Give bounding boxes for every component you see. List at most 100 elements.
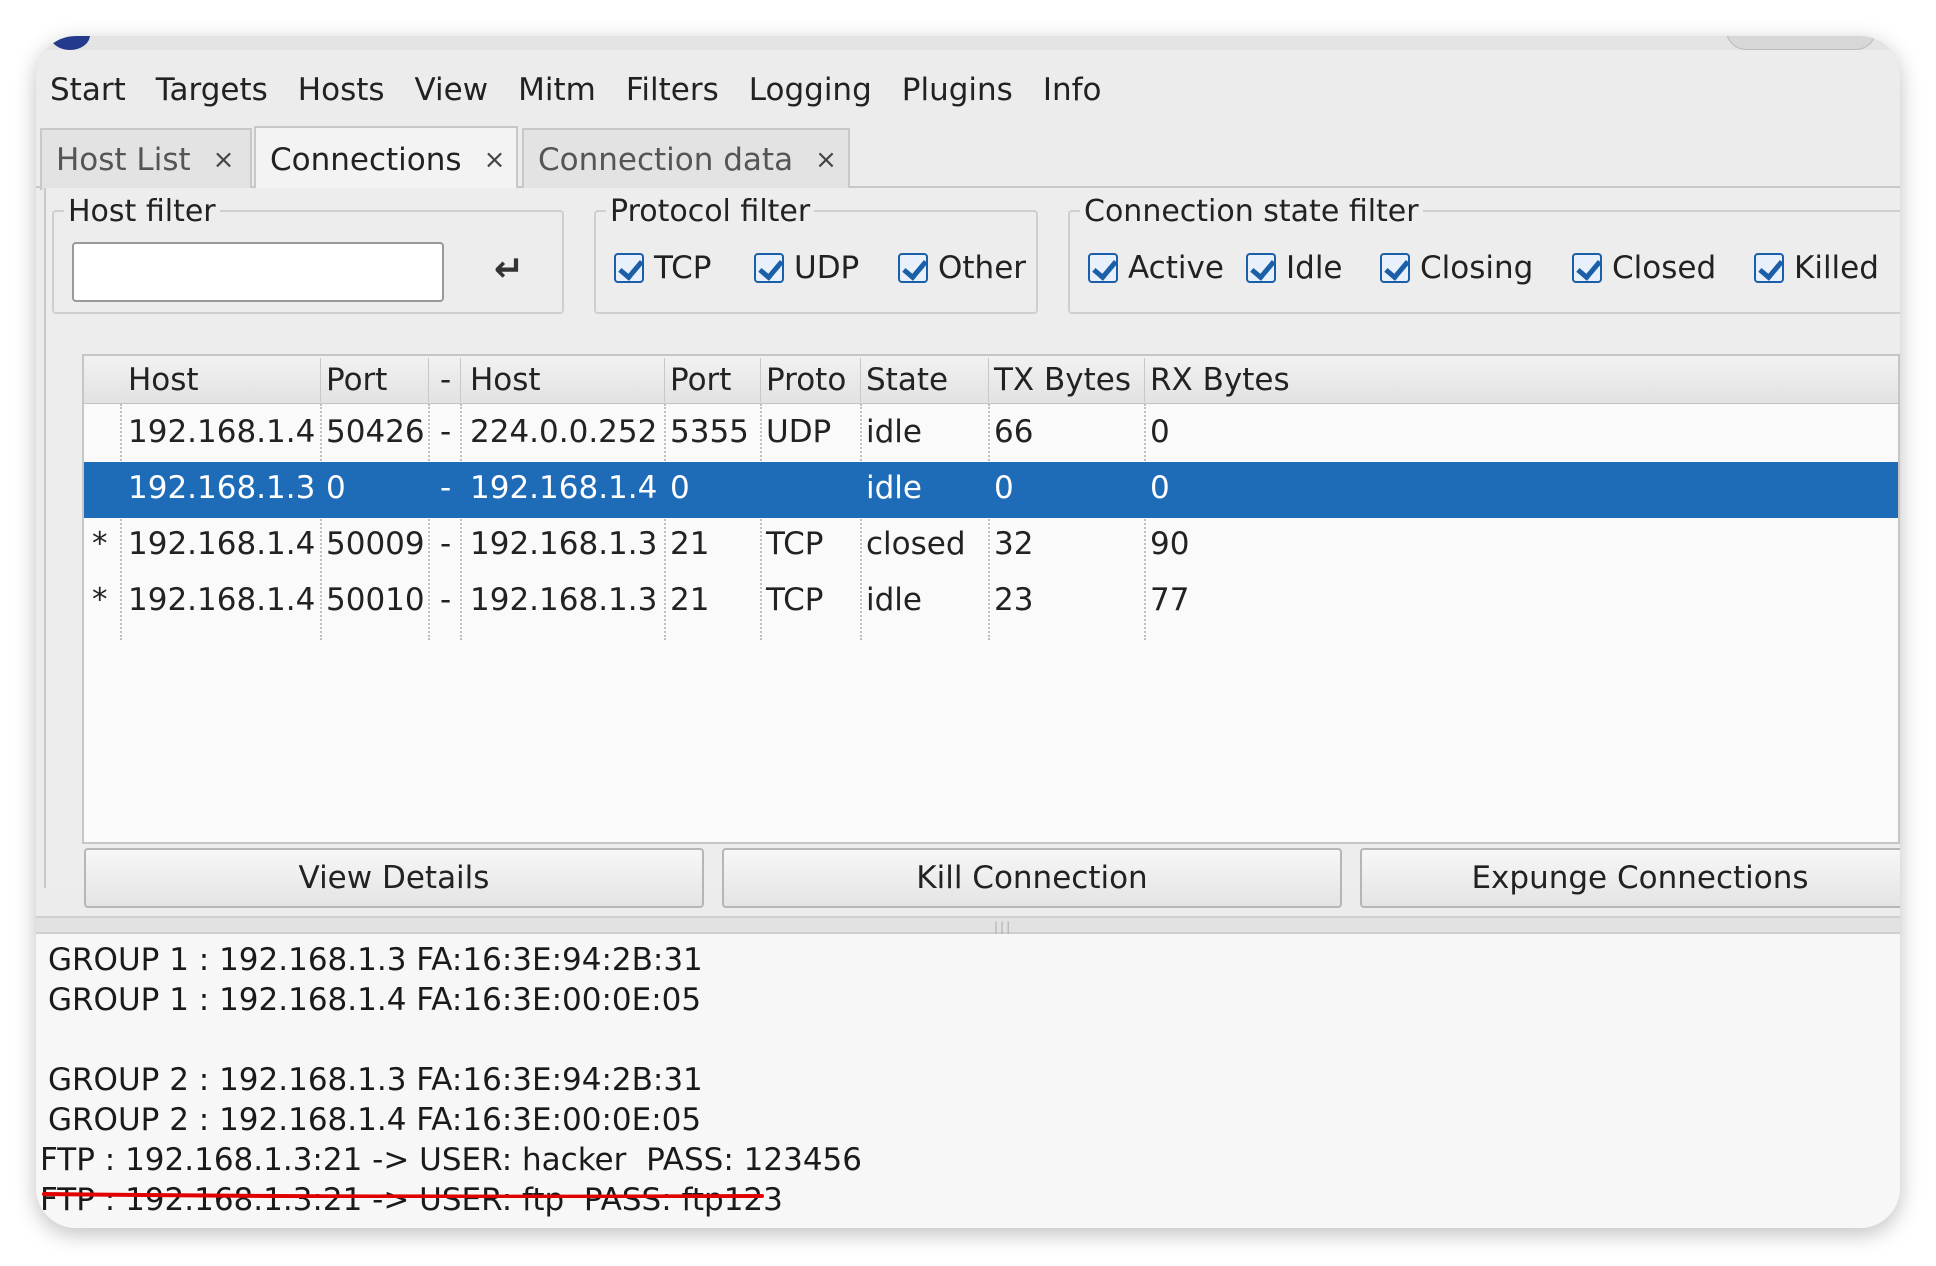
host-filter-group: Host filter ↵ <box>52 194 564 314</box>
pane-splitter[interactable]: ||| <box>36 916 1900 934</box>
column-header[interactable]: TX Bytes <box>994 362 1131 398</box>
checkbox-checked-icon[interactable] <box>754 253 784 283</box>
dst-port-cell: 21 <box>670 526 710 562</box>
screenshot-frame: Start Targets Hosts View Mitm Filters Lo… <box>36 36 1900 1228</box>
src-port-cell: 50009 <box>326 526 425 562</box>
state-cell: idle <box>866 470 922 506</box>
log-line: GROUP 2 : 192.168.1.4 FA:16:3E:00:0E:05 <box>48 1102 702 1138</box>
checkbox-label: Killed <box>1794 250 1879 286</box>
column-header[interactable]: Port <box>326 362 387 398</box>
table-header: Host Port - Host Port Proto State TX Byt… <box>84 356 1898 404</box>
dash-cell: - <box>440 582 452 618</box>
host-filter-input[interactable] <box>72 242 444 302</box>
log-line: GROUP 1 : 192.168.1.4 FA:16:3E:00:0E:05 <box>48 982 702 1018</box>
checkbox-label: Idle <box>1286 250 1343 286</box>
table-row[interactable]: 192.168.1.4 50426 - 224.0.0.252 5355 UDP… <box>84 406 1898 462</box>
checkbox-checked-icon[interactable] <box>1088 253 1118 283</box>
checkbox-active[interactable]: Active <box>1088 250 1224 286</box>
log-line: GROUP 2 : 192.168.1.3 FA:16:3E:94:2B:31 <box>48 1062 703 1098</box>
state-cell: closed <box>866 526 966 562</box>
column-header[interactable]: - <box>440 362 451 398</box>
menu-targets[interactable]: Targets <box>156 72 268 108</box>
connections-table[interactable]: Host Port - Host Port Proto State TX Byt… <box>82 354 1900 844</box>
checkbox-killed[interactable]: Killed <box>1754 250 1879 286</box>
close-icon[interactable]: × <box>484 145 506 175</box>
close-icon[interactable]: × <box>213 145 235 175</box>
checkbox-checked-icon[interactable] <box>614 253 644 283</box>
column-divider <box>988 358 989 402</box>
splitter-grip[interactable]: ||| <box>994 920 1012 934</box>
dash-cell: - <box>440 470 452 506</box>
src-host-cell: 192.168.1.4 <box>128 526 316 562</box>
state-cell: idle <box>866 414 922 450</box>
log-line: GROUP 1 : 192.168.1.3 FA:16:3E:94:2B:31 <box>48 942 703 978</box>
checkbox-checked-icon[interactable] <box>1754 253 1784 283</box>
table-row[interactable]: * 192.168.1.4 50010 - 192.168.1.3 21 TCP… <box>84 574 1898 630</box>
protocol-filter-group: Protocol filter TCP UDP Other <box>594 194 1038 314</box>
checkbox-closed[interactable]: Closed <box>1572 250 1716 286</box>
dst-port-cell: 21 <box>670 582 710 618</box>
tx-bytes-cell: 23 <box>994 582 1034 618</box>
tab-label: Connection data <box>538 142 794 178</box>
view-details-button[interactable]: View Details <box>84 848 704 908</box>
state-cell: idle <box>866 582 922 618</box>
state-filter-label: Connection state filter <box>1080 194 1423 229</box>
kill-connection-button[interactable]: Kill Connection <box>722 848 1342 908</box>
checkbox-label: TCP <box>654 250 712 286</box>
enter-arrow-icon[interactable]: ↵ <box>484 242 534 296</box>
menu-view[interactable]: View <box>415 72 489 108</box>
host-filter-label: Host filter <box>64 194 220 229</box>
menu-info[interactable]: Info <box>1043 72 1102 108</box>
window-controls[interactable] <box>1726 36 1876 50</box>
checkbox-checked-icon[interactable] <box>1380 253 1410 283</box>
log-output: GROUP 1 : 192.168.1.3 FA:16:3E:94:2B:31 … <box>36 934 1900 1228</box>
protocol-filter-label: Protocol filter <box>606 194 815 229</box>
menu-filters[interactable]: Filters <box>626 72 719 108</box>
column-header[interactable]: Host <box>128 362 199 398</box>
checkbox-label: UDP <box>794 250 860 286</box>
menu-mitm[interactable]: Mitm <box>518 72 596 108</box>
column-divider <box>460 358 461 402</box>
rx-bytes-cell: 77 <box>1150 582 1190 618</box>
column-divider <box>428 358 429 402</box>
tab-connections[interactable]: Connections × <box>254 126 518 192</box>
expunge-connections-button[interactable]: Expunge Connections <box>1360 848 1900 908</box>
tab-host-list[interactable]: Host List × <box>40 128 252 190</box>
tab-connection-data[interactable]: Connection data × <box>522 128 850 190</box>
tab-strip: Host List × Connections × Connection dat… <box>36 122 1900 192</box>
rx-bytes-cell: 0 <box>1150 414 1170 450</box>
column-header[interactable]: Port <box>670 362 731 398</box>
proto-cell: TCP <box>766 582 824 618</box>
state-filter-group: Connection state filter Active Idle Clos… <box>1068 194 1900 314</box>
src-port-cell: 50010 <box>326 582 425 618</box>
column-divider <box>860 358 861 402</box>
column-header[interactable]: Proto <box>766 362 846 398</box>
src-host-cell: 192.168.1.3 <box>128 470 316 506</box>
table-row[interactable]: * 192.168.1.4 50009 - 192.168.1.3 21 TCP… <box>84 518 1898 574</box>
checkbox-closing[interactable]: Closing <box>1380 250 1533 286</box>
menu-start[interactable]: Start <box>50 72 126 108</box>
menu-bar: Start Targets Hosts View Mitm Filters Lo… <box>36 62 1900 118</box>
column-header[interactable]: Host <box>470 362 541 398</box>
checkbox-checked-icon[interactable] <box>1572 253 1602 283</box>
src-port-cell: 0 <box>326 470 346 506</box>
column-header[interactable]: RX Bytes <box>1150 362 1290 398</box>
close-icon[interactable]: × <box>815 145 837 175</box>
checkbox-idle[interactable]: Idle <box>1246 250 1343 286</box>
menu-plugins[interactable]: Plugins <box>902 72 1013 108</box>
checkbox-other[interactable]: Other <box>898 250 1026 286</box>
column-divider <box>1144 358 1145 402</box>
dst-host-cell: 192.168.1.3 <box>470 582 658 618</box>
dst-host-cell: 224.0.0.252 <box>470 414 658 450</box>
menu-hosts[interactable]: Hosts <box>298 72 385 108</box>
checkbox-udp[interactable]: UDP <box>754 250 859 286</box>
log-line: FTP : 192.168.1.3:21 -> USER: hacker PAS… <box>40 1142 862 1178</box>
checkbox-checked-icon[interactable] <box>898 253 928 283</box>
column-header[interactable]: State <box>866 362 948 398</box>
checkbox-tcp[interactable]: TCP <box>614 250 711 286</box>
table-row-selected[interactable]: 192.168.1.3 0 - 192.168.1.4 0 idle 0 0 <box>84 462 1898 518</box>
tx-bytes-cell: 66 <box>994 414 1034 450</box>
row-marker: * <box>92 582 108 618</box>
checkbox-checked-icon[interactable] <box>1246 253 1276 283</box>
menu-logging[interactable]: Logging <box>749 72 872 108</box>
